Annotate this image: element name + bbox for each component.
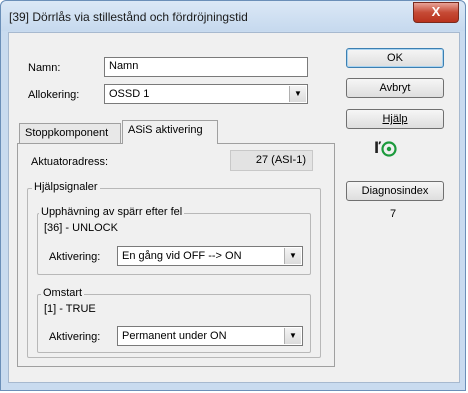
- unlock-activation-label: Aktivering:: [49, 251, 101, 263]
- unlock-activation-value: En gång vid OFF --> ON: [122, 250, 242, 262]
- cancel-button[interactable]: Avbryt: [346, 78, 444, 98]
- diagnosindex-value: 7: [390, 208, 397, 220]
- name-label: Namn:: [28, 62, 61, 74]
- allocation-label: Allokering:: [28, 89, 80, 101]
- dialog-window: [39] Dörrlås via stillestånd och fördröj…: [0, 0, 466, 391]
- tab-stoppkomponent-label: Stoppkomponent: [25, 127, 109, 139]
- close-icon: X: [431, 4, 441, 19]
- aktuator-value: 27 (ASI-1): [230, 150, 313, 171]
- allocation-select[interactable]: OSSD 1 ▼: [104, 84, 308, 104]
- unlock-signal: [36] - UNLOCK: [44, 222, 118, 234]
- omstart-activation-label: Aktivering:: [49, 331, 101, 343]
- name-input[interactable]: Namn: [104, 57, 308, 77]
- omstart-activation-select[interactable]: Permanent under ON ▼: [117, 326, 303, 346]
- window-title: [39] Dörrlås via stillestånd och fördröj…: [9, 10, 248, 24]
- omstart-group-label: Omstart: [41, 287, 85, 299]
- title-bar: [39] Dörrlås via stillestånd och fördröj…: [1, 1, 465, 31]
- dropdown-arrow-icon: ▼: [284, 248, 301, 264]
- help-button[interactable]: Hjälp: [346, 109, 444, 129]
- close-button[interactable]: X: [413, 2, 459, 23]
- unlock-activation-select[interactable]: En gång vid OFF --> ON ▼: [117, 246, 303, 266]
- dropdown-arrow-icon: ▼: [289, 86, 306, 102]
- dropdown-arrow-icon: ▼: [284, 328, 301, 344]
- svg-text:ľ: ľ: [374, 139, 382, 157]
- omstart-activation-value: Permanent under ON: [122, 330, 227, 342]
- omstart-signal: [1] - TRUE: [44, 303, 96, 315]
- aktuator-label: Aktuatoradress:: [31, 156, 109, 168]
- tab-stoppkomponent[interactable]: Stoppkomponent: [19, 123, 121, 144]
- tab-asis-aktivering[interactable]: ASiS aktivering: [122, 120, 218, 144]
- tab-asis-aktivering-label: ASiS aktivering: [128, 124, 203, 136]
- unlock-group-label: Upphävning av spärr efter fel: [39, 206, 185, 218]
- diagnosindex-button[interactable]: Diagnosindex: [346, 181, 444, 201]
- allocation-value: OSSD 1: [109, 88, 150, 100]
- hjalpsignaler-group-label: Hjälpsignaler: [32, 181, 100, 193]
- sensor-icon: ľ: [374, 139, 397, 157]
- ok-button[interactable]: OK: [346, 48, 444, 68]
